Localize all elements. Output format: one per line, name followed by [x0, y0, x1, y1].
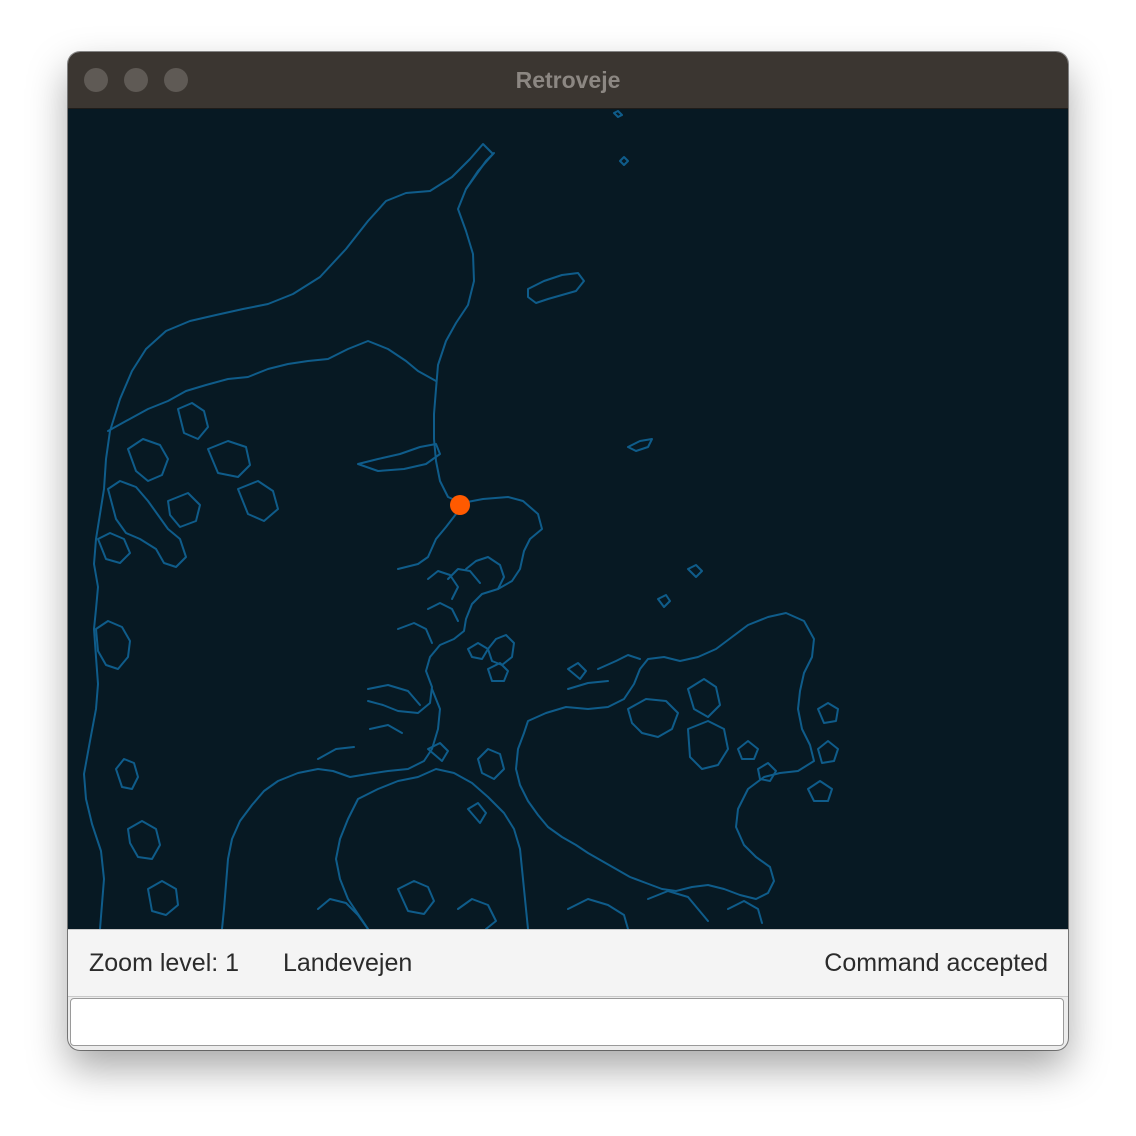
coastline-east-jutland [221, 688, 441, 929]
coastline-zealand [515, 612, 815, 900]
map-canvas[interactable] [68, 109, 1068, 929]
coastline-limfjord-islands [127, 402, 279, 528]
coastline [83, 110, 839, 929]
title-bar: Retroveje [68, 52, 1068, 109]
coastline-isefjord [627, 678, 721, 738]
window-title: Retroveje [515, 67, 621, 93]
coastline-mariager [357, 443, 441, 472]
coastline-fano [115, 758, 139, 790]
road-name-label: Landevejen [283, 949, 413, 977]
map-view[interactable] [68, 109, 1068, 929]
coastline-roskilde [687, 720, 729, 770]
coastline-aarhus [427, 556, 505, 600]
coastline-top-islets [613, 110, 629, 166]
coastline-ringkobing [95, 620, 131, 670]
coastline-south-islands [567, 890, 763, 929]
coastline-south-fjords [127, 820, 179, 916]
app-window: Retroveje Zoom level: 1 Landevejen Comma… [68, 52, 1068, 1050]
coastline-limfjord-west [107, 480, 187, 568]
coastline-east-right [817, 702, 839, 724]
coastline-nissum [97, 532, 131, 564]
coastline-north-zealand [567, 654, 641, 690]
coastline-laeso [527, 272, 585, 304]
position-marker [450, 495, 470, 515]
coastline-limfjord [107, 340, 437, 432]
coastline-anholt [627, 438, 653, 452]
coastline-randers [397, 568, 481, 644]
coastline-vejle [317, 684, 421, 760]
status-bar: Zoom level: 1 Landevejen Command accepte… [68, 929, 1068, 997]
command-input[interactable] [70, 998, 1064, 1046]
status-message: Command accepted [824, 949, 1048, 977]
zoom-level-label: Zoom level: 1 [89, 949, 240, 977]
coastline-mariager-inner [397, 508, 464, 570]
coastline-small-islands [427, 742, 505, 824]
coastline-jutland-west [83, 143, 543, 929]
coastline-islets [467, 564, 839, 802]
coastline-samso [487, 634, 515, 666]
